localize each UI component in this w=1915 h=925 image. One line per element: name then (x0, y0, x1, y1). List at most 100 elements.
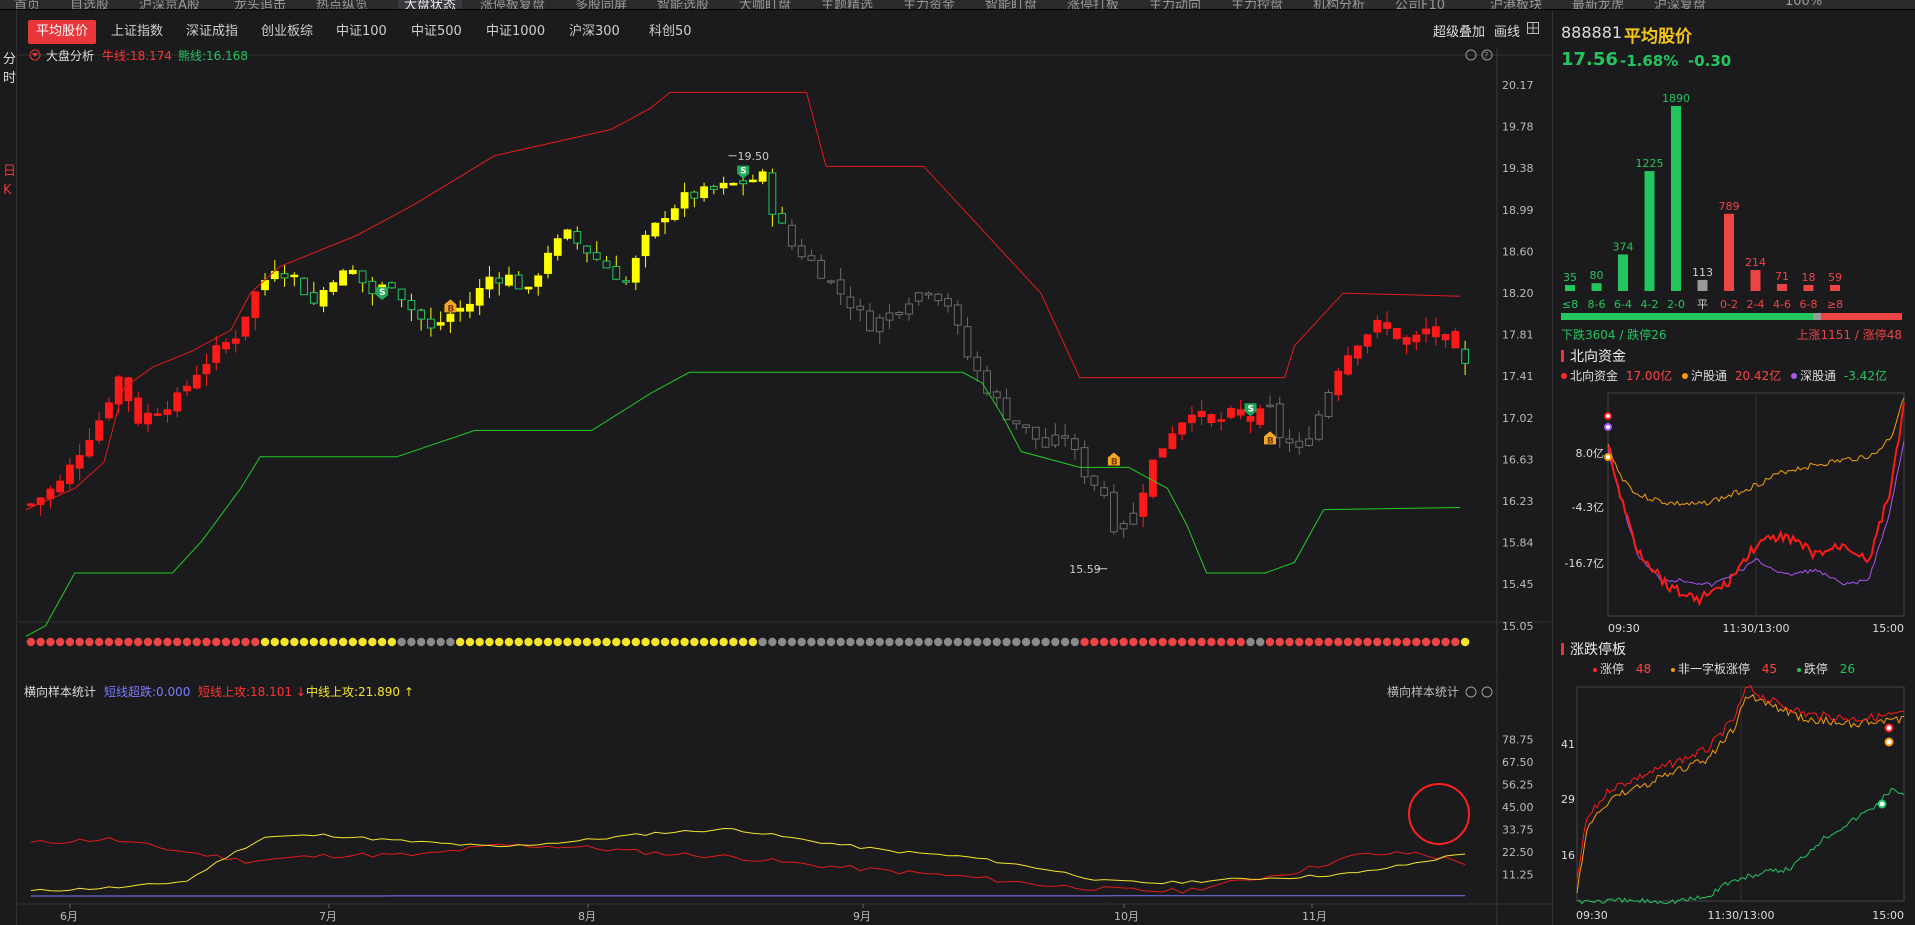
zoom-level[interactable]: 100% (1785, 0, 1822, 9)
status-dot (182, 637, 192, 647)
status-dot (212, 637, 221, 647)
candle-body (173, 392, 182, 412)
draw-line-button[interactable]: 画线 (1494, 21, 1520, 40)
shanghai-start-marker (1604, 453, 1612, 461)
period-k[interactable]: K (3, 182, 12, 199)
month-label: 8月 (578, 910, 596, 923)
status-dot (358, 637, 367, 647)
status-dot (377, 637, 387, 647)
status-dot (348, 637, 358, 647)
tab-csi500[interactable]: 中证500 (403, 20, 470, 44)
status-dot (1275, 637, 1284, 647)
candle-body (661, 218, 669, 223)
candle-body (1129, 512, 1138, 525)
tab-csi300[interactable]: 沪深300 (561, 20, 628, 44)
period-ri[interactable]: 日 (3, 163, 16, 180)
change-percent: -1.68% (1620, 52, 1679, 70)
top-nav-item[interactable]: 机构分析 (1313, 0, 1365, 9)
status-dot (1060, 637, 1070, 647)
candle-body (1422, 328, 1431, 335)
price-axis-label: 16.63 (1502, 453, 1534, 466)
candle-body (241, 316, 250, 337)
status-dot (1363, 637, 1372, 647)
candle-body (827, 280, 835, 283)
top-nav-item[interactable]: 主题精选 (821, 0, 873, 9)
status-dot (1285, 637, 1294, 647)
top-nav-item[interactable]: 智能选股 (657, 0, 709, 9)
top-nav-item[interactable]: 沪深京A股 (139, 0, 200, 9)
status-dot (290, 637, 299, 647)
distribution-bar (1724, 213, 1734, 291)
period-switch-strip: 分 时 日 K (0, 11, 17, 925)
distribution-value-label: 1890 (1662, 92, 1690, 105)
price-axis-label: 15.84 (1502, 537, 1534, 550)
tab-csi100[interactable]: 中证100 (328, 20, 395, 44)
top-nav-item[interactable]: 智能盯盘 (985, 0, 1037, 9)
candle-body (1217, 419, 1226, 422)
top-nav-item[interactable]: 多股同屏 (575, 0, 627, 9)
top-nav-item[interactable]: 龙头追击 (234, 0, 286, 9)
tab-star50[interactable]: 科创50 (641, 20, 700, 44)
tab-chinext[interactable]: 创业板综 (253, 20, 321, 44)
main-kline-chart[interactable]: 大盘分析 牛线:18.174 熊线:16.168 ? 20.17 19.78 19.38 18… (18, 47, 1551, 677)
top-nav-item[interactable]: 大咖盯盘 (739, 0, 791, 9)
candle-body (387, 282, 396, 289)
top-nav-item[interactable]: 公司F10 (1395, 0, 1445, 9)
candle-body (1061, 435, 1070, 439)
up-ratio-bar (1821, 313, 1902, 320)
candle-body (583, 245, 591, 254)
status-dot (1129, 637, 1138, 647)
tab-avg-price[interactable]: 平均股价 (28, 20, 97, 44)
north-x-label: 15:00 (1872, 622, 1904, 635)
period-shi[interactable]: 时 (3, 70, 16, 87)
distribution-value-label: 80 (1590, 269, 1604, 282)
status-dot (1353, 637, 1362, 647)
candle-body (1305, 438, 1313, 446)
sub-axis-label: 45.00 (1502, 801, 1534, 814)
status-dot (465, 637, 475, 647)
candle-body (1334, 370, 1343, 396)
top-nav-item[interactable]: 热点纵览 (316, 0, 368, 9)
top-nav-item[interactable]: 首页 (14, 0, 40, 9)
distribution-bar (1777, 284, 1787, 291)
tab-csi1000[interactable]: 中证1000 (478, 20, 553, 44)
status-dot (397, 637, 406, 647)
top-nav-item[interactable]: 自选股 (70, 0, 109, 9)
status-dot (758, 637, 767, 647)
sample-statistics-chart[interactable]: 横向样本统计 短线超跌:0.000 短线上攻:18.101 ↓ 中线上攻:21.890… (18, 678, 1551, 925)
status-dot (455, 637, 465, 647)
top-nav-item[interactable]: 主力资金 (903, 0, 955, 9)
status-dot (690, 637, 699, 647)
candle-body (1246, 416, 1255, 422)
candle-body (56, 480, 65, 493)
status-dot (143, 637, 153, 647)
sell-signal-label: S (740, 167, 746, 177)
top-nav-item[interactable]: 涨停打板 (1067, 0, 1119, 9)
tab-shanghai[interactable]: 上证指数 (103, 20, 171, 44)
candle-body (700, 186, 709, 199)
grid-layout-icon[interactable] (1527, 22, 1539, 34)
candle-body (983, 370, 991, 394)
candle-body (1383, 322, 1391, 329)
status-dot (651, 637, 660, 647)
candle-body (1109, 491, 1118, 533)
status-dot (231, 637, 240, 647)
candle-body (192, 374, 201, 389)
top-nav-item[interactable]: 大盘状态 (398, 0, 463, 9)
overlay-button[interactable]: 超级叠加 (1433, 21, 1485, 40)
right-info-panel: 888881 平均股价 17.56 -1.68% -0.30 35 ≤8 80 8-6… (1552, 11, 1915, 925)
status-dot (943, 637, 953, 647)
tab-shenzhen[interactable]: 深证成指 (178, 20, 246, 44)
top-nav-item[interactable]: 涨停板复盘 (480, 0, 545, 9)
candle-body (953, 304, 962, 326)
up-summary: 上涨1151 / 涨停48 (1797, 327, 1902, 342)
candle-body (290, 274, 299, 278)
candle-body (944, 298, 952, 307)
top-nav-item[interactable]: 最新龙虎 (1572, 0, 1624, 9)
candle-body (153, 413, 162, 416)
top-nav-item[interactable]: 主力动向 (1149, 0, 1201, 9)
top-nav-item[interactable]: 沪深复盘 (1654, 0, 1706, 9)
top-nav-item[interactable]: 沪港板块 (1490, 0, 1542, 9)
top-nav-item[interactable]: 主力控盘 (1231, 0, 1283, 9)
period-fen[interactable]: 分 (3, 51, 16, 68)
